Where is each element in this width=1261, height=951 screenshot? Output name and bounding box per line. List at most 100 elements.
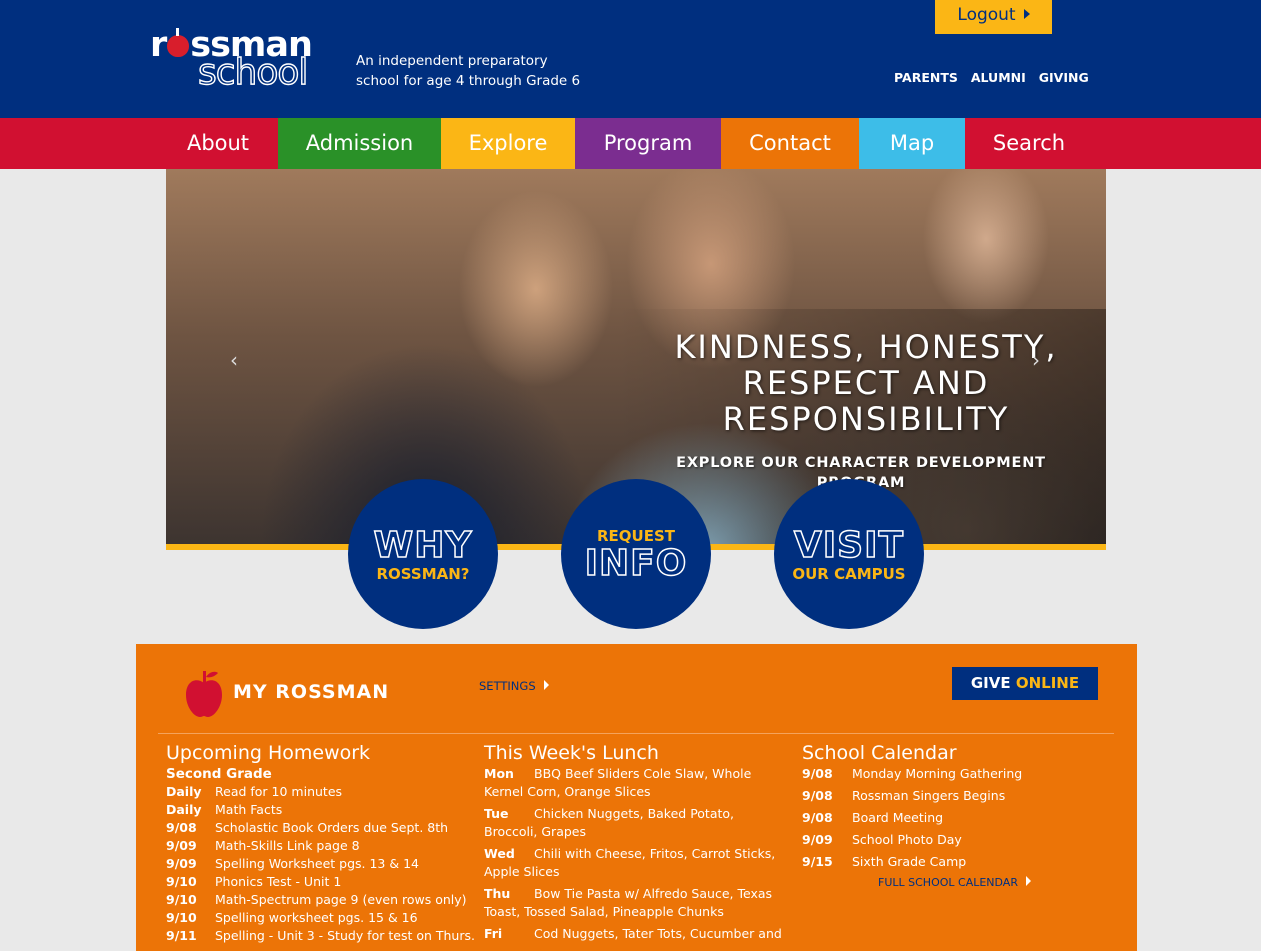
calendar-section: School Calendar 9/08 Monday Morning Gathe…	[802, 741, 1112, 891]
homework-row[interactable]: 9/10 Phonics Test - Unit 1	[166, 873, 476, 891]
homework-row[interactable]: 9/09 Spelling Worksheet pgs. 13 & 14	[166, 855, 476, 873]
homework-row[interactable]: Daily Read for 10 minutes	[166, 783, 476, 801]
my-rossman-title: MY ROSSMAN	[233, 681, 390, 703]
calendar-event[interactable]: 9/15 Sixth Grade Camp	[802, 853, 1112, 871]
homework-row[interactable]: 9/10 Spelling worksheet pgs. 15 & 16	[166, 909, 476, 927]
link-alumni[interactable]: ALUMNI	[971, 70, 1026, 85]
tagline-line-2: school for age 4 through Grade 6	[356, 73, 581, 89]
caret-right-icon	[1025, 876, 1031, 886]
apple-icon	[186, 671, 222, 717]
why-rossman-button[interactable]: WHY ROSSMAN?	[348, 479, 498, 629]
full-calendar-label: FULL SCHOOL CALENDAR	[878, 876, 1018, 889]
lunch-heading: This Week's Lunch	[484, 742, 659, 764]
tagline-line-1: An independent preparatory	[356, 53, 548, 69]
nav-program[interactable]: Program	[575, 118, 721, 169]
homework-date: 9/09	[166, 838, 197, 853]
homework-date: 9/10	[166, 910, 197, 925]
event-date: 9/08	[802, 810, 833, 825]
nav-contact[interactable]: Contact	[721, 118, 859, 169]
nav-about[interactable]: About	[158, 118, 278, 169]
give-online-button[interactable]: GIVE ONLINE	[952, 667, 1098, 700]
full-calendar-link[interactable]: FULL SCHOOL CALENDAR	[878, 875, 1112, 891]
calendar-event[interactable]: 9/08 Rossman Singers Begins	[802, 787, 1112, 805]
settings-link[interactable]: SETTINGS	[479, 678, 549, 694]
caret-right-icon	[1023, 9, 1030, 19]
homework-text: Spelling Worksheet pgs. 13 & 14	[215, 856, 419, 871]
homework-text: Math-Spectrum page 9 (even rows only)	[215, 892, 467, 907]
visit-campus-button[interactable]: VISIT OUR CAMPUS	[774, 479, 924, 629]
chevron-right-icon[interactable]: ›	[1032, 350, 1046, 370]
nav-admission[interactable]: Admission	[278, 118, 441, 169]
link-giving[interactable]: GIVING	[1039, 70, 1089, 85]
lunch-section: This Week's Lunch Mon BBQ Beef Sliders Co…	[484, 741, 789, 947]
hero-headline: Kindness, Honesty, Respect and Responsib…	[646, 329, 1086, 437]
calendar-event[interactable]: 9/08 Monday Morning Gathering	[802, 765, 1112, 783]
lunch-menu: Cod Nuggets, Tater Tots, Cucumber and	[534, 926, 782, 941]
homework-text: Scholastic Book Orders due Sept. 8th	[215, 820, 449, 835]
chevron-left-icon[interactable]: ‹	[230, 350, 244, 370]
lunch-row: Wed Chili with Cheese, Fritos, Carrot Sti…	[484, 845, 789, 881]
homework-date: Daily	[166, 802, 202, 817]
lunch-day: Mon	[484, 766, 514, 781]
nav-map[interactable]: Map	[859, 118, 965, 169]
logo-apple-icon	[167, 28, 190, 57]
homework-text: Spelling worksheet pgs. 15 & 16	[215, 910, 418, 925]
visit-campus-small: OUR CAMPUS	[792, 565, 906, 583]
rossman-school-logo[interactable]: r ssman school	[150, 28, 330, 93]
lunch-row: Thu Bow Tie Pasta w/ Alfredo Sauce, Texas…	[484, 885, 789, 921]
lunch-day: Wed	[484, 846, 515, 861]
calendar-event[interactable]: 9/09 School Photo Day	[802, 831, 1112, 849]
event-title: Monday Morning Gathering	[852, 766, 1023, 781]
calendar-heading: School Calendar	[802, 742, 957, 764]
event-date: 9/15	[802, 854, 833, 869]
nav-search[interactable]: Search	[965, 118, 1093, 169]
homework-date: 9/09	[166, 856, 197, 871]
homework-row[interactable]: 9/10 Math-Spectrum page 9 (even rows only…	[166, 891, 476, 909]
logo-wordmark-bottom: school	[197, 52, 309, 93]
homework-row[interactable]: 9/08 Scholastic Book Orders due Sept. 8th	[166, 819, 476, 837]
homework-text: Phonics Test - Unit 1	[215, 874, 342, 889]
request-info-button[interactable]: REQUEST INFO	[561, 479, 711, 629]
event-date: 9/09	[802, 832, 833, 847]
homework-text: Math Facts	[215, 802, 283, 817]
homework-text: Read for 10 minutes	[215, 784, 343, 799]
site-header: r ssman school An independent preparatory…	[0, 0, 1261, 118]
nav-explore[interactable]: Explore	[441, 118, 575, 169]
homework-text: Math-Skills Link page 8	[215, 838, 360, 853]
calendar-event[interactable]: 9/08 Board Meeting	[802, 809, 1112, 827]
link-parents[interactable]: PARENTS	[894, 70, 958, 85]
school-tagline: An independent preparatory school for ag…	[356, 51, 606, 91]
hero-headline-line-3: Responsibility	[722, 400, 1010, 438]
lunch-row: Tue Chicken Nuggets, Baked Potato, Brocco…	[484, 805, 789, 841]
homework-date: 9/08	[166, 820, 197, 835]
hero-headline-line-1: Kindness, Honesty,	[674, 328, 1058, 366]
homework-heading: Upcoming Homework	[166, 742, 371, 764]
event-title: School Photo Day	[852, 832, 962, 847]
why-rossman-small: ROSSMAN?	[376, 565, 470, 583]
homework-date: Daily	[166, 784, 202, 799]
homework-grade: Second Grade	[166, 766, 272, 782]
homework-row[interactable]: 9/11 Spelling - Unit 3 - Study for test o…	[166, 927, 476, 945]
homework-section: Upcoming Homework Second Grade Daily Read…	[166, 741, 476, 945]
homework-row[interactable]: 9/09 Math-Skills Link page 8	[166, 837, 476, 855]
lunch-day: Tue	[484, 806, 509, 821]
homework-row[interactable]: Daily Math Facts	[166, 801, 476, 819]
lunch-day: Thu	[484, 886, 511, 901]
homework-date: 9/10	[166, 892, 197, 907]
logout-label: Logout	[957, 5, 1016, 25]
request-info-big: INFO	[584, 543, 688, 584]
hero-headline-line-2: Respect and	[742, 364, 990, 402]
event-date: 9/08	[802, 766, 833, 781]
event-title: Board Meeting	[852, 810, 944, 825]
caret-right-icon	[543, 680, 549, 690]
logout-button[interactable]: Logout	[935, 0, 1052, 34]
my-rossman-panel: MY ROSSMAN SETTINGS GIVE ONLINE Upcoming…	[136, 644, 1137, 951]
why-rossman-big: WHY	[373, 525, 473, 566]
homework-date: 9/11	[166, 928, 197, 943]
homework-date: 9/10	[166, 874, 197, 889]
lunch-row: Mon BBQ Beef Sliders Cole Slaw, Whole Ker…	[484, 765, 789, 801]
homework-text: Spelling - Unit 3 - Study for test on Th…	[215, 928, 475, 943]
visit-campus-big: VISIT	[793, 525, 905, 566]
lunch-row: Fri Cod Nuggets, Tater Tots, Cucumber and	[484, 925, 789, 943]
event-title: Rossman Singers Begins	[852, 788, 1006, 803]
